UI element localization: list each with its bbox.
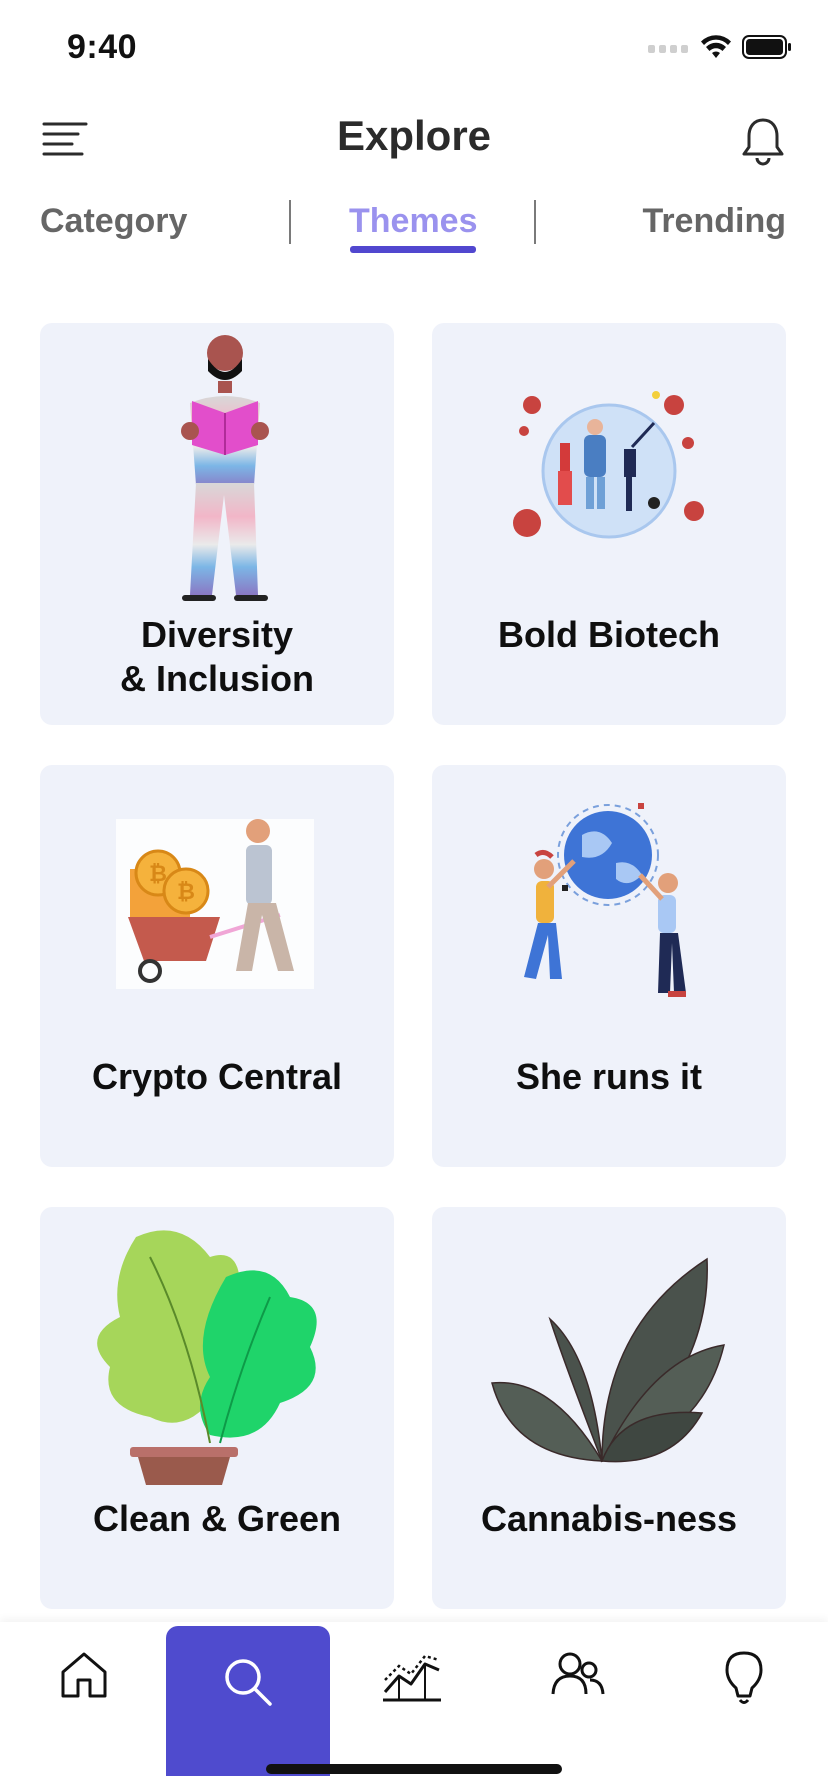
tab-divider bbox=[534, 200, 536, 244]
status-time: 9:40 bbox=[67, 28, 138, 66]
nav-home[interactable] bbox=[2, 1622, 166, 1772]
active-tab-indicator bbox=[350, 246, 476, 253]
signal-icon bbox=[648, 45, 688, 53]
globe-virus-illustration bbox=[513, 391, 704, 539]
women-globe-illustration bbox=[524, 803, 686, 997]
person-reading-illustration bbox=[181, 335, 269, 601]
notifications-button[interactable] bbox=[740, 116, 786, 166]
theme-card-label: Diversity & Inclusion bbox=[50, 613, 384, 701]
theme-card-label: Bold Biotech bbox=[498, 614, 720, 655]
nav-search[interactable] bbox=[166, 1626, 330, 1776]
theme-card-label: Clean & Green bbox=[92, 1498, 342, 1539]
explore-tabs: Category Themes Trending bbox=[0, 196, 828, 260]
theme-card-she-runs-it[interactable]: She runs it bbox=[432, 765, 786, 1167]
theme-card-label-line: Diversity bbox=[140, 614, 294, 655]
nav-social[interactable] bbox=[496, 1622, 660, 1772]
home-indicator bbox=[266, 1764, 562, 1774]
status-bar: 9:40 bbox=[0, 0, 828, 100]
search-icon bbox=[225, 1659, 272, 1706]
theme-card-label: She runs it bbox=[515, 1056, 703, 1097]
nav-ideas[interactable] bbox=[662, 1622, 826, 1772]
theme-card-cannabis-ness[interactable]: Cannabis-ness bbox=[432, 1207, 786, 1609]
theme-card-label: Cannabis-ness bbox=[480, 1498, 738, 1539]
theme-card-label: Crypto Central bbox=[91, 1056, 343, 1097]
chart-icon bbox=[383, 1654, 441, 1702]
theme-card-bold-biotech[interactable]: Bold Biotech bbox=[432, 323, 786, 725]
nav-markets[interactable] bbox=[330, 1622, 494, 1772]
bell-icon bbox=[742, 118, 784, 166]
battery-icon bbox=[742, 35, 791, 59]
theme-card-diversity-inclusion[interactable]: Diversity & Inclusion bbox=[40, 323, 394, 725]
lightbulb-icon bbox=[725, 1651, 763, 1704]
leaves-illustration bbox=[491, 1257, 725, 1463]
people-icon bbox=[551, 1652, 605, 1695]
page-title: Explore bbox=[336, 112, 492, 159]
tab-category[interactable]: Category bbox=[40, 202, 187, 241]
tab-trending[interactable]: Trending bbox=[642, 202, 786, 241]
tab-divider bbox=[289, 200, 291, 244]
home-icon bbox=[61, 1652, 107, 1698]
theme-card-clean-green[interactable]: Clean & Green bbox=[40, 1207, 394, 1609]
bitcoin-wheelbarrow-illustration: ₿ ₿ bbox=[116, 819, 314, 989]
potted-plant-illustration bbox=[97, 1230, 317, 1485]
tab-themes[interactable]: Themes bbox=[349, 202, 478, 241]
wifi-icon bbox=[701, 35, 731, 58]
theme-card-crypto-central[interactable]: ₿ ₿ Crypto Central bbox=[40, 765, 394, 1167]
theme-card-label-line: & Inclusion bbox=[119, 658, 314, 699]
svg-text:₿: ₿ bbox=[177, 880, 195, 905]
status-icons bbox=[648, 34, 792, 60]
